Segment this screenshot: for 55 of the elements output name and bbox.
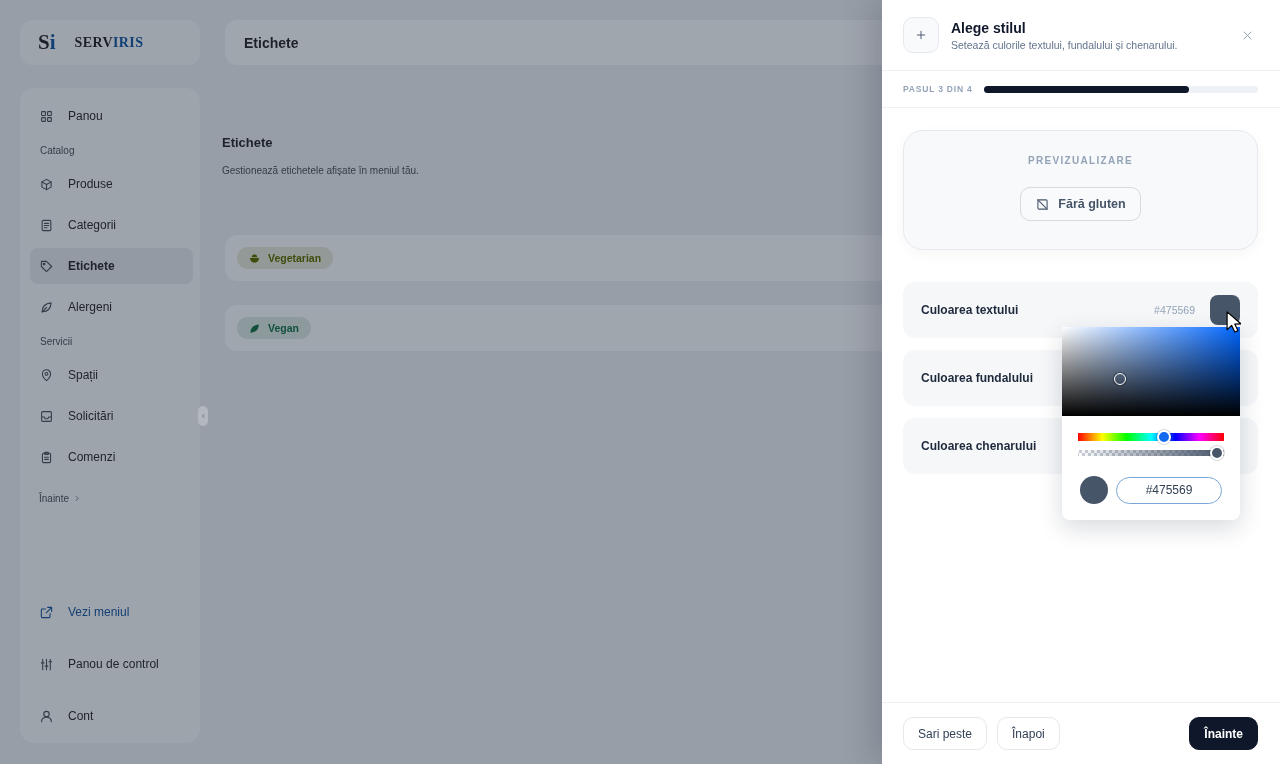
color-row-label: Culoarea chenarului [921, 439, 1037, 453]
nav-item[interactable]: Categorii [30, 207, 193, 243]
chevron-icon [200, 412, 206, 420]
chevron-icon [74, 494, 81, 502]
color-row-label: Culoarea fundalului [921, 371, 1033, 385]
list-icon [40, 218, 53, 232]
color-row-label: Culoarea textului [921, 303, 1019, 317]
dialog-title: Alege stilul [951, 19, 1027, 36]
nav-item[interactable]: Panou [30, 98, 193, 134]
external-link-icon [40, 605, 53, 619]
map-pin-icon [40, 368, 53, 382]
preview-tag-chip: Fără gluten [1020, 187, 1141, 221]
color-hex-value: #475569 [1154, 304, 1195, 316]
nav-more-toggle[interactable]: Înainte [39, 487, 81, 509]
hue-slider-thumb[interactable] [1157, 430, 1172, 444]
nav-item[interactable]: Alergeni [30, 289, 193, 325]
plus-icon [903, 17, 939, 53]
step-label: PASUL 3 DIN 4 [903, 84, 973, 94]
page-title: Etichete [222, 135, 273, 151]
tray-icon [40, 409, 53, 423]
nav-item[interactable]: Cont [30, 698, 193, 734]
alpha-slider-thumb[interactable] [1210, 446, 1224, 460]
clipboard-icon [40, 450, 53, 464]
tag-icon [40, 259, 53, 273]
page-header-title: Etichete [244, 34, 299, 51]
page-subtitle: Gestionează etichetele afișate în meniul tău. [222, 165, 419, 177]
nav-item[interactable]: Produse [30, 166, 193, 202]
hex-input[interactable]: #475569 [1116, 476, 1222, 504]
leaf-icon [40, 300, 53, 314]
box-icon [40, 177, 53, 191]
nav-section-label: Catalog [39, 143, 76, 158]
cursor-icon [1226, 311, 1241, 333]
tag-chip[interactable]: Vegetarian [237, 247, 334, 269]
dialog-subtitle: Setează culorile textului, fundalului și chenarului. [951, 38, 1179, 51]
nav-item[interactable]: Spații [30, 357, 193, 393]
back-button[interactable]: Înapoi [997, 717, 1060, 750]
hue-slider[interactable] [1078, 430, 1224, 444]
skip-button[interactable]: Sari peste [903, 717, 988, 750]
collapse-handle[interactable] [198, 406, 208, 426]
saturation-area[interactable] [1062, 327, 1240, 416]
grid-icon [40, 109, 53, 123]
nav-item[interactable]: Panou de control [30, 646, 193, 682]
tag-chip[interactable]: Vegan [237, 317, 311, 339]
user-icon [40, 709, 53, 723]
nav-item[interactable]: Comenzi [30, 439, 193, 475]
nav-item[interactable]: Etichete [30, 248, 193, 284]
logo-mark: Si [38, 32, 56, 53]
logo-wordmark: SERVIRIS [74, 35, 144, 50]
nav-item[interactable]: Solicitări [30, 398, 193, 434]
crossed-square-icon [1036, 197, 1050, 211]
view-menu-link[interactable]: Vezi meniul [30, 594, 193, 630]
next-button[interactable]: Înainte [1189, 717, 1258, 750]
sliders-icon [40, 657, 53, 671]
preview-label: PREVIZUALIZARE [1028, 155, 1133, 167]
nav-section-label: Servicii [39, 334, 74, 349]
